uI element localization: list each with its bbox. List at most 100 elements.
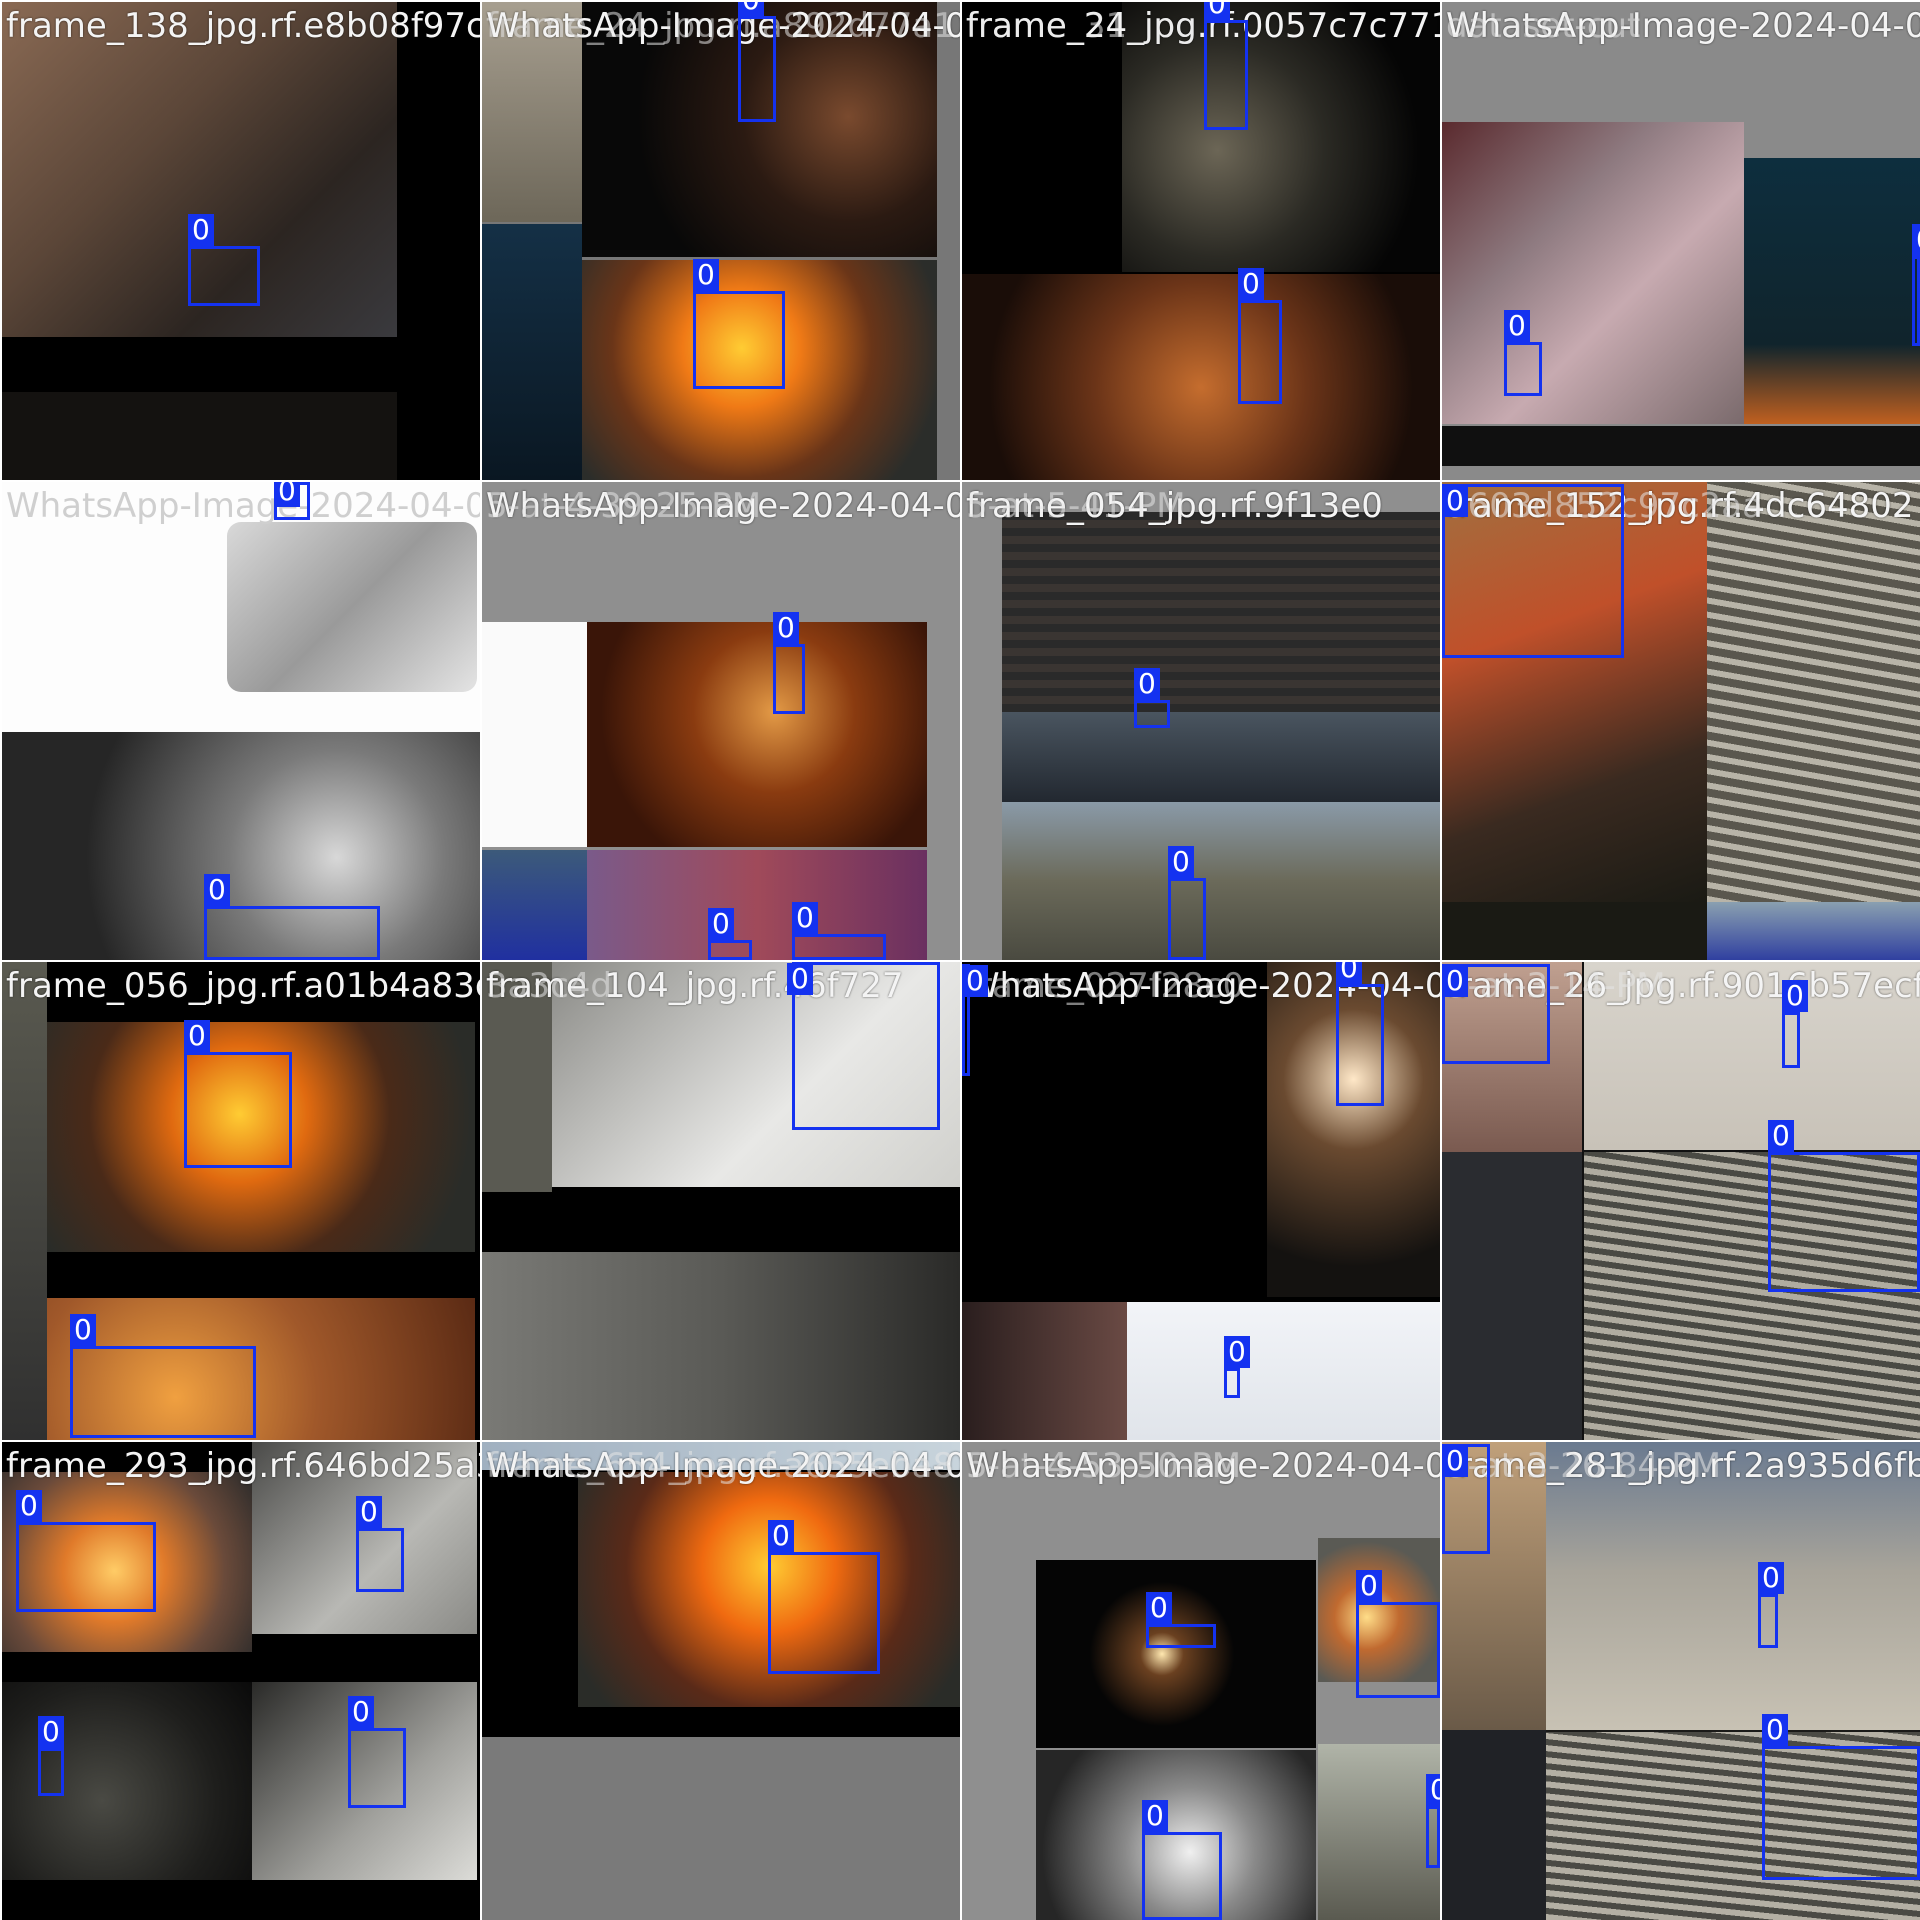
- image-region: [2, 962, 47, 1440]
- mosaic-tile: frame_152_jpg.rf.4dc64802 9603d852c97c2a…: [1442, 482, 1920, 960]
- image-region: [1002, 802, 1440, 960]
- image-region: [1442, 426, 1920, 466]
- detection-label: 0: [70, 1314, 96, 1346]
- image-region: [1442, 122, 1744, 424]
- detection-label: 0: [708, 908, 734, 940]
- detection-box: 0: [1224, 1336, 1250, 1398]
- image-region: [587, 622, 927, 847]
- detection-label: 0: [1426, 1774, 1440, 1806]
- detection-label: 0: [792, 902, 818, 934]
- detection-box: 0: [708, 908, 752, 960]
- detection-box: 0: [204, 874, 380, 960]
- mosaic-tile: WhatsApp-Image-2024-04-0 frame_654_jpg.r…: [482, 1442, 960, 1920]
- image-region: [2, 392, 397, 480]
- image-region: [1707, 902, 1920, 960]
- detection-box: 0: [1442, 964, 1550, 1064]
- detection-label: 0: [1912, 224, 1920, 256]
- detection-label: 0: [693, 259, 719, 291]
- detection-box: 0: [962, 964, 988, 1076]
- detection-label: 0: [1356, 1570, 1382, 1602]
- detection-label: 0: [1442, 485, 1468, 517]
- mosaic-tile: frame_24_jpg.rf.0057c7c771 frame_31_jpg …: [962, 2, 1440, 480]
- detection-label: 0: [787, 963, 813, 995]
- detection-box: 0: [1238, 268, 1282, 404]
- mosaic-tile: frame_138_jpg.rf.e8b08f97c 0: [2, 2, 480, 480]
- detection-box: 0: [274, 482, 310, 520]
- detection-box: 0: [738, 2, 776, 122]
- image-region: [227, 522, 477, 692]
- mosaic-tile: WhatsApp-Image-2024-04-0 frame_24_jpg.rf…: [482, 2, 960, 480]
- detection-box: 0: [1912, 224, 1920, 346]
- mosaic-tile: frame_056_jpg.rf.a01b4a83d 0 0: [2, 962, 480, 1440]
- detection-label: 0: [274, 482, 300, 507]
- image-region: [1002, 712, 1440, 802]
- detection-box: 0: [1356, 1570, 1440, 1698]
- detection-label: 0: [1442, 1445, 1468, 1477]
- detection-box: 0: [1442, 1444, 1490, 1554]
- detection-box: 0: [1142, 1800, 1222, 1920]
- detection-label: 0: [38, 1716, 64, 1748]
- detection-label: 0: [1142, 1800, 1168, 1832]
- image-region: [1318, 1744, 1440, 1920]
- detection-label: 0: [1168, 846, 1194, 878]
- detection-label: 0: [1204, 2, 1230, 20]
- mosaic-tile: frame_104_jpg.rf.46f727 3a3c4d 0: [482, 962, 960, 1440]
- mosaic-tile: frame_293_jpg.rf.646bd25a3 0 0 0 0: [2, 1442, 480, 1920]
- detection-label: 0: [738, 2, 764, 16]
- detection-box: 0: [38, 1716, 64, 1796]
- mosaic-tile: frame_054_jpg.rf.9f13e0 5-at-5-41-PM 0 0: [962, 482, 1440, 960]
- detection-box: 0: [1782, 980, 1808, 1068]
- detection-box: 0: [768, 1520, 880, 1674]
- image-region: [1584, 962, 1920, 1150]
- detection-box: 0: [1204, 2, 1248, 130]
- detection-label: 0: [188, 214, 214, 246]
- image-region: [1546, 1442, 1920, 1730]
- detection-label: 0: [773, 612, 799, 644]
- mosaic-tile: WhatsApp-Image-2024-04-0 0 0: [2, 482, 480, 960]
- detection-label: 0: [1442, 965, 1468, 997]
- detection-box: 0: [787, 962, 940, 1130]
- detection-box: 0: [184, 1020, 292, 1168]
- mosaic-tile: WhatsApp-Image-2024-04-0 5-at-4-39-25-PM…: [482, 482, 960, 960]
- detection-box: 0: [1426, 1774, 1440, 1868]
- detection-label: 0: [768, 1520, 794, 1552]
- mosaic-tile: WhatsApp-Image-2024-04-0 dataset-cut 0 0: [1442, 2, 1920, 480]
- detection-label: 0: [184, 1020, 210, 1052]
- detection-label: 0: [348, 1696, 374, 1728]
- detection-box: 0: [348, 1696, 406, 1808]
- detection-box: 0: [773, 612, 805, 714]
- detection-label: 0: [1762, 1714, 1788, 1746]
- mosaic-tile: frame_281_jpg.rf.2a935d6fb 5-at-3-26-84-…: [1442, 1442, 1920, 1920]
- detection-box: 0: [1168, 846, 1206, 960]
- image-region: [1744, 158, 1920, 424]
- detection-label: 0: [356, 1496, 382, 1528]
- mosaic-tile: WhatsApp-Image-2024-04-0 5-at-4-53-50-PM…: [962, 1442, 1440, 1920]
- detection-box: 0: [693, 259, 785, 389]
- detection-box: 0: [188, 214, 260, 306]
- detection-label: 0: [962, 965, 988, 997]
- image-region: [1442, 1730, 1546, 1920]
- detection-label: 0: [1224, 1336, 1250, 1368]
- image-region: [1442, 1152, 1582, 1440]
- detection-label: 0: [1238, 268, 1264, 300]
- detection-box: 0: [1134, 668, 1170, 728]
- detection-box: 0: [792, 902, 886, 960]
- detection-label: 0: [1782, 980, 1808, 1012]
- image-region: [962, 1302, 1127, 1440]
- mosaic-tile: frame_26_jpg.rf.9016b57ecf 5-at-3-14-PM …: [1442, 962, 1920, 1440]
- image-region: [482, 1442, 960, 1470]
- detection-box: 0: [1504, 310, 1542, 396]
- detection-box: 0: [70, 1314, 256, 1438]
- image-region: [962, 274, 1440, 480]
- detection-box: 0: [1146, 1592, 1216, 1648]
- detection-box: 0: [1442, 484, 1624, 658]
- image-region: [482, 224, 582, 480]
- image-region: [1707, 482, 1920, 902]
- detection-box: 0: [1768, 1120, 1920, 1292]
- detection-box: 0: [1758, 1562, 1784, 1648]
- mosaic-grid: frame_138_jpg.rf.e8b08f97c 0 WhatsApp-Im…: [0, 0, 1920, 1920]
- image-region: [1127, 1302, 1440, 1440]
- detection-box: 0: [16, 1490, 156, 1612]
- detection-box: 0: [1336, 962, 1384, 1106]
- image-region: [482, 850, 587, 960]
